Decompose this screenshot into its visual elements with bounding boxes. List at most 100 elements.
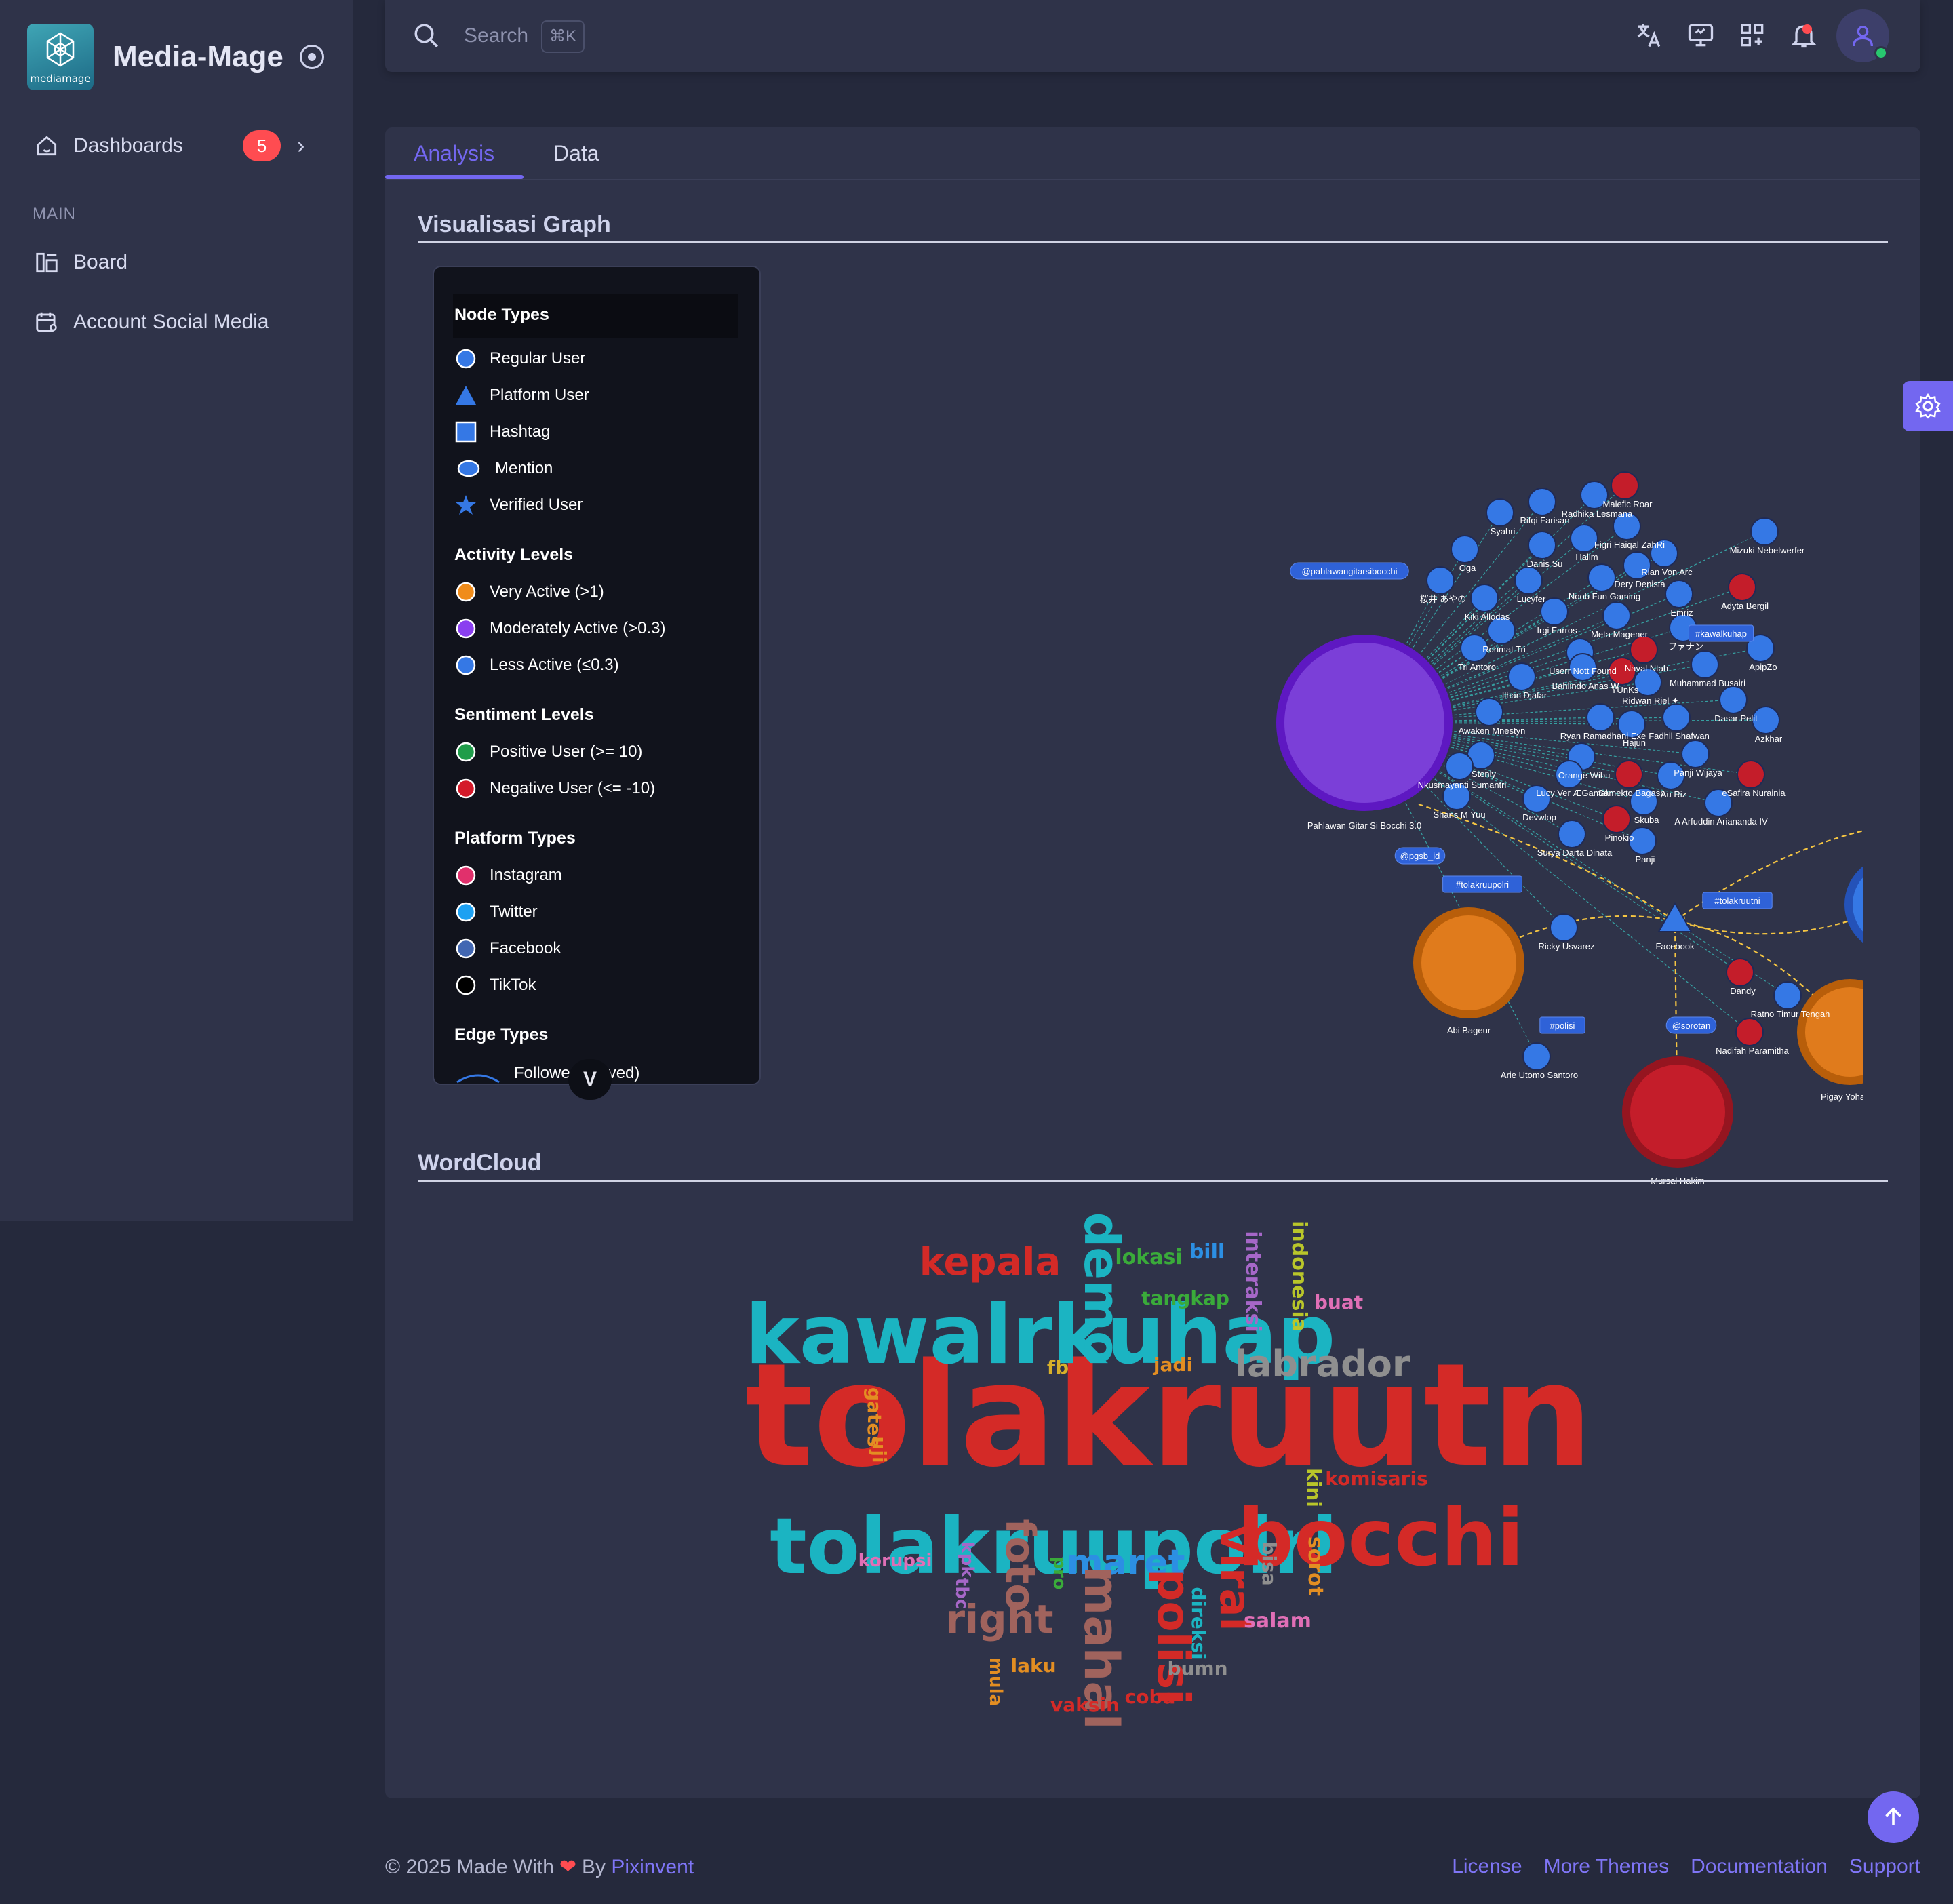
node-label: Skuba: [1634, 815, 1660, 825]
node-label: Rian Von Arc: [1641, 567, 1693, 577]
user-node[interactable]: [1475, 698, 1503, 726]
user-node[interactable]: [1507, 662, 1536, 691]
user-node[interactable]: [1587, 563, 1616, 592]
node-label: Lucy Ver ÆGantal: [1536, 788, 1608, 798]
sidebar-item-account-social-media[interactable]: Account Social Media: [34, 309, 269, 335]
graph-legend[interactable]: Node Types Regular User Platform User Ha…: [433, 266, 761, 1085]
sidebar-item-label: Board: [73, 251, 128, 273]
circle-green-icon: [456, 742, 476, 762]
node-label: Rifqi Farisan: [1520, 515, 1570, 525]
tab-data[interactable]: Data: [553, 141, 599, 166]
user-node[interactable]: [1728, 573, 1756, 601]
sidebar-toggle-icon[interactable]: [299, 45, 324, 69]
user-node[interactable]: [1681, 740, 1710, 768]
user-node[interactable]: [1719, 686, 1748, 714]
big-user-node[interactable]: [1421, 915, 1516, 1010]
legend-item: TikTok: [454, 974, 536, 997]
star-icon: [456, 495, 476, 515]
user-node[interactable]: [1726, 958, 1754, 987]
user-icon: [1853, 26, 1873, 47]
user-node[interactable]: [1445, 752, 1474, 780]
user-node[interactable]: [1586, 703, 1615, 732]
tab-analysis[interactable]: Analysis: [414, 141, 494, 166]
tag-label: #tolakruutni: [1714, 896, 1760, 906]
node-label: Arie Utomo Santoro: [1501, 1070, 1578, 1080]
user-node[interactable]: [1550, 913, 1578, 942]
user-node[interactable]: [1522, 1042, 1551, 1071]
tag-label: @pgsb_id: [1400, 851, 1440, 861]
user-node[interactable]: [1735, 1018, 1764, 1046]
circle-blue-icon: [456, 349, 476, 369]
user-node[interactable]: [1528, 488, 1556, 516]
user-avatar[interactable]: [1836, 9, 1889, 62]
node-label: Radhika Lesmana: [1562, 509, 1634, 519]
home-icon: [37, 136, 57, 156]
footer-link-support[interactable]: Support: [1849, 1855, 1920, 1878]
legend-heading-platforms: Platform Types: [454, 829, 576, 848]
footer-link-more-themes[interactable]: More Themes: [1544, 1855, 1670, 1878]
user-node[interactable]: [1750, 517, 1779, 546]
user-node[interactable]: [1773, 981, 1802, 1010]
user-node[interactable]: [1486, 498, 1514, 527]
user-node[interactable]: [1602, 805, 1631, 833]
big-user-node[interactable]: [1284, 643, 1444, 803]
chevron-right-icon: ›: [297, 133, 305, 159]
sidebar-item-board[interactable]: Board: [34, 250, 127, 275]
cloud-word: vaksin: [1050, 1694, 1120, 1716]
cloud-word: kini: [1303, 1468, 1325, 1507]
node-label: Tri Antoro: [1458, 662, 1496, 672]
scroll-to-top-button[interactable]: [1868, 1791, 1919, 1843]
node-label: Ratno Timur Tengah: [1751, 1009, 1830, 1019]
big-user-node[interactable]: [1630, 1065, 1725, 1159]
node-label: A Arfuddin Arianandа IV: [1674, 816, 1768, 827]
dashboards-count-badge: 5: [243, 130, 281, 161]
user-node[interactable]: [1665, 580, 1693, 608]
user-node[interactable]: [1558, 820, 1586, 848]
nav-dashboards[interactable]: Dashboards 5 ›: [34, 130, 304, 161]
node-label: Lucyfer: [1517, 594, 1546, 604]
user-node[interactable]: [1691, 650, 1719, 679]
cloud-word: bill: [1189, 1240, 1225, 1264]
platform-node[interactable]: [1657, 901, 1693, 932]
user-node[interactable]: [1470, 584, 1499, 612]
logo-wordmark: mediamage: [30, 73, 91, 85]
user-node[interactable]: [1528, 531, 1556, 559]
cloud-word: jadi: [1153, 1353, 1193, 1376]
circle-orange-icon: [456, 582, 476, 602]
brand[interactable]: mediamage Media-Mage: [27, 23, 324, 91]
user-node[interactable]: [1426, 566, 1455, 595]
cloud-word: labrador: [1234, 1343, 1410, 1385]
search-input[interactable]: Search: [464, 24, 528, 47]
node-label: Bahlindo Anas W: [1552, 681, 1619, 691]
legend-item: Verified User: [454, 494, 583, 517]
user-node[interactable]: [1451, 535, 1479, 563]
user-node[interactable]: [1602, 601, 1631, 630]
node-label: Hajun: [1623, 738, 1646, 748]
calendar-user-icon: [36, 312, 57, 332]
square-icon: [455, 421, 477, 443]
apps-add-icon[interactable]: [1737, 20, 1767, 50]
circle-purple-icon: [456, 618, 476, 639]
node-label: Ilhan Djafar: [1502, 690, 1547, 700]
footer-link-license[interactable]: License: [1452, 1855, 1522, 1878]
node-label: Meta Magener: [1591, 629, 1648, 639]
user-node[interactable]: [1514, 566, 1543, 595]
translate-icon[interactable]: [1634, 20, 1664, 50]
user-node[interactable]: [1611, 471, 1639, 500]
search-icon[interactable]: [412, 22, 441, 50]
theme-customizer-button[interactable]: [1903, 381, 1953, 431]
cloud-word: buat: [1314, 1291, 1363, 1313]
user-node[interactable]: [1615, 760, 1643, 789]
footer-link-documentation[interactable]: Documentation: [1691, 1855, 1828, 1878]
cloud-word: demo: [1073, 1212, 1130, 1365]
user-node[interactable]: [1737, 760, 1765, 789]
legend-item: Facebook: [454, 937, 561, 960]
network-graph[interactable]: Radhika LesmanaRifqi Farisan Malefic Roar…: [806, 331, 1863, 1185]
monitor-icon[interactable]: [1686, 20, 1716, 50]
node-label: Shans M Yuu: [1433, 810, 1485, 820]
active-tab-indicator: [385, 175, 524, 179]
footer-author-link[interactable]: Pixinvent: [611, 1856, 694, 1879]
user-node[interactable]: [1630, 635, 1658, 664]
online-status-dot: [1874, 46, 1888, 60]
user-node[interactable]: [1662, 703, 1691, 732]
